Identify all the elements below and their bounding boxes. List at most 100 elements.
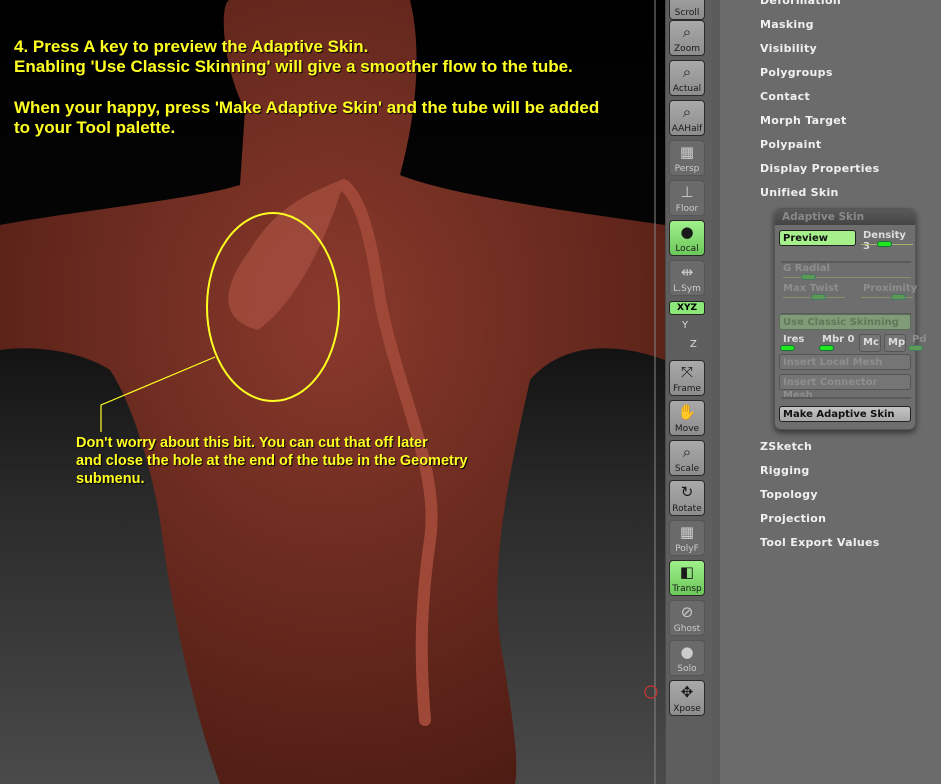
actual-icon: ⌕ [682, 63, 692, 81]
menu-contact[interactable]: Contact [760, 90, 810, 103]
polyf-button[interactable]: ▦ PolyF [669, 520, 705, 556]
instruction-line: 4. Press A key to preview the Adaptive S… [14, 37, 369, 56]
ghost-button[interactable]: ⊘ Ghost [669, 600, 705, 636]
button-label: Scale [674, 464, 700, 474]
menu-display-properties[interactable]: Display Properties [760, 162, 879, 175]
zoom-icon: ⌕ [682, 23, 692, 41]
menu-tool-export-values[interactable]: Tool Export Values [760, 536, 880, 549]
3d-viewport[interactable]: 4. Press A key to preview the Adaptive S… [0, 0, 665, 784]
button-label: Solo [677, 664, 697, 674]
menu-rigging[interactable]: Rigging [760, 464, 810, 477]
move-button[interactable]: ✋ Move [669, 400, 705, 436]
perspective-grid-icon: ▦ [679, 143, 695, 161]
preview-button[interactable]: Preview [779, 230, 856, 246]
note-line: and close the hole at the end of the tub… [76, 453, 468, 469]
pd-slider[interactable] [908, 345, 923, 351]
menu-visibility[interactable]: Visibility [760, 42, 817, 55]
polyframe-icon: ▦ [679, 523, 695, 541]
button-label: Ghost [673, 624, 701, 634]
rotate-button[interactable]: ↻ Rotate [669, 480, 705, 516]
button-label: Local [675, 244, 699, 254]
button-label: PolyF [675, 544, 699, 554]
menu-projection[interactable]: Projection [760, 512, 826, 525]
pd-label: Pd [912, 334, 927, 345]
local-symmetry-icon: ⇹ [680, 263, 694, 281]
instruction-line: Enabling 'Use Classic Skinning' will giv… [14, 57, 573, 76]
persp-button[interactable]: ▦ Persp [669, 140, 705, 176]
g-radial-knob[interactable] [801, 274, 816, 280]
ghost-icon: ⊘ [680, 603, 694, 621]
scale-icon: ⌕ [682, 443, 692, 461]
ires-slider[interactable] [780, 345, 795, 351]
menu-zsketch[interactable]: ZSketch [760, 440, 812, 453]
mbr-slider[interactable] [819, 345, 834, 351]
local-button[interactable]: ● Local [669, 220, 705, 256]
note-line: submenu. [76, 471, 145, 487]
rotate-icon: ↻ [680, 483, 694, 501]
floor-icon: ⊥ [680, 183, 694, 201]
menu-polypaint[interactable]: Polypaint [760, 138, 821, 151]
shelf-scrollbar[interactable] [712, 0, 720, 784]
mc-button[interactable]: Mc [859, 334, 881, 352]
annotation-note: Don't worry about this bit. You can cut … [76, 434, 468, 488]
xpose-icon: ✥ [680, 683, 694, 701]
button-label: Frame [672, 384, 702, 394]
button-label: AAHalf [671, 124, 703, 134]
adaptive-skin-header[interactable]: Adaptive Skin [775, 209, 915, 225]
aahalf-icon: ⌕ [682, 103, 692, 121]
max-twist-label: Max Twist [783, 283, 839, 294]
scroll-icon [670, 0, 704, 8]
floor-button[interactable]: ⊥ Floor [669, 180, 705, 216]
button-label: Xpose [673, 704, 701, 714]
xpose-button[interactable]: ✥ Xpose [669, 680, 705, 716]
max-twist-knob[interactable] [811, 294, 826, 300]
insert-connector-mesh-button[interactable]: Insert Connector Mesh [779, 374, 911, 401]
instruction-line: When your happy, press 'Make Adaptive Sk… [14, 98, 600, 117]
rotate-xyz-button[interactable]: XYZ [669, 301, 705, 315]
proximity-knob[interactable] [891, 294, 906, 300]
transp-button[interactable]: ◧ Transp [669, 560, 705, 596]
rotate-z-button[interactable]: Z [690, 339, 697, 350]
zoom-button[interactable]: ⌕ Zoom [669, 20, 705, 56]
actual-button[interactable]: ⌕ Actual [669, 60, 705, 96]
ires-label: Ires [783, 334, 805, 345]
solo-button[interactable]: ● Solo [669, 640, 705, 676]
button-label: Rotate [672, 504, 702, 514]
button-label: Zoom [674, 44, 700, 54]
mbr-label: Mbr 0 [822, 334, 855, 345]
aahalf-button[interactable]: ⌕ AAHalf [669, 100, 705, 136]
l-sym-button[interactable]: ⇹ L.Sym [669, 260, 705, 296]
note-line: Don't worry about this bit. You can cut … [76, 435, 428, 451]
menu-polygroups[interactable]: Polygroups [760, 66, 833, 79]
rotate-y-button[interactable]: Y [682, 320, 688, 331]
mp-button[interactable]: Mp [884, 334, 906, 352]
frame-button[interactable]: ⤧ Frame [669, 360, 705, 396]
scroll-button[interactable]: Scroll [669, 0, 705, 20]
menu-masking[interactable]: Masking [760, 18, 814, 31]
button-label: Floor [675, 204, 699, 214]
make-adaptive-skin-button[interactable]: Make Adaptive Skin [779, 406, 911, 422]
insert-local-mesh-button[interactable]: Insert Local Mesh [779, 354, 911, 370]
menu-deformation[interactable]: Deformation [760, 0, 841, 7]
move-hand-icon: ✋ [677, 403, 697, 421]
menu-unified-skin[interactable]: Unified Skin [760, 186, 839, 199]
instruction-line: to your Tool palette. [14, 118, 176, 137]
button-label: Transp [672, 584, 702, 594]
button-label: Move [674, 424, 700, 434]
adaptive-skin-subpalette: Adaptive Skin Preview Density 3 G Radial… [774, 208, 927, 430]
proximity-label: Proximity [863, 283, 918, 294]
g-radial-label: G Radial [783, 263, 830, 274]
menu-topology[interactable]: Topology [760, 488, 818, 501]
frame-icon: ⤧ [680, 363, 693, 381]
button-label: Persp [674, 164, 700, 174]
scale-button[interactable]: ⌕ Scale [669, 440, 705, 476]
button-label: Actual [672, 84, 702, 94]
transparency-icon: ◧ [679, 563, 695, 581]
density-slider-knob[interactable] [877, 241, 892, 247]
tool-palette: Deformation Masking Visibility Polygroups Co… [720, 0, 941, 784]
use-classic-skinning-toggle[interactable]: Use Classic Skinning [779, 314, 911, 330]
menu-morph-target[interactable]: Morph Target [760, 114, 847, 127]
button-label: L.Sym [673, 284, 701, 294]
solo-icon: ● [680, 643, 694, 661]
local-icon: ● [680, 223, 694, 241]
